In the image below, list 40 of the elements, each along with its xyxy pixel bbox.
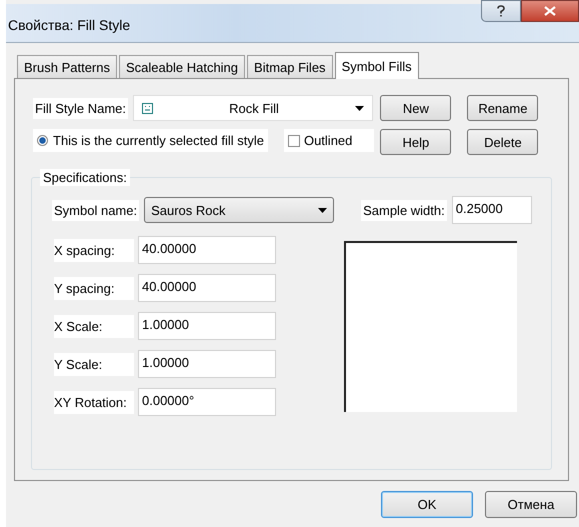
fill-style-name-label: Fill Style Name:	[33, 98, 128, 118]
dropdown-caret-icon	[355, 106, 364, 110]
current-fill-radio[interactable]: This is the currently selected fill style	[33, 129, 268, 152]
help-icon	[497, 5, 505, 17]
tab[interactable]: Brush Patterns	[17, 55, 117, 78]
outlined-checkbox[interactable]	[288, 134, 300, 146]
dialog-button[interactable]: Help	[380, 129, 452, 155]
radio-label: This is the currently selected fill style	[53, 133, 264, 148]
symbol-name-dropdown[interactable]: Sauros Rock	[144, 197, 334, 223]
field-label: Y Scale:	[54, 352, 134, 376]
sample-width-label: Sample width:	[361, 200, 447, 220]
input-field[interactable]: 1.00000	[138, 350, 276, 378]
fill-pattern-icon	[142, 102, 154, 114]
dialog-button[interactable]: Rename	[467, 95, 538, 121]
symbol-name-label: Symbol name:	[52, 200, 140, 220]
field-label: X Scale:	[54, 314, 134, 338]
outlined-label: Outlined	[304, 133, 352, 148]
window-title: Свойства: Fill Style	[7, 16, 130, 33]
tab[interactable]: Symbol Fills	[334, 52, 419, 79]
dialog-button[interactable]: Delete	[467, 129, 538, 155]
sample-width-field[interactable]: 0.25000	[452, 196, 532, 224]
tab[interactable]: Scaleable Hatching	[119, 55, 246, 78]
dropdown-caret-icon	[318, 208, 328, 212]
group-title: Specifications:	[40, 169, 130, 186]
radio-button[interactable]	[37, 135, 48, 146]
field-label: Y spacing:	[54, 276, 134, 300]
field-label: XY Rotation:	[54, 390, 134, 414]
fill-style-dropdown[interactable]: Rock Fill	[133, 95, 374, 121]
close-button[interactable]	[521, 0, 579, 22]
input-field[interactable]: 0.00000°	[138, 388, 276, 416]
input-field[interactable]: 40.00000	[138, 236, 276, 264]
dialog-button[interactable]: OK	[381, 491, 473, 518]
dialog-button[interactable]: Отмена	[485, 491, 577, 518]
tab[interactable]: Bitmap Files	[247, 55, 333, 78]
input-field[interactable]: 40.00000	[138, 274, 276, 302]
close-icon	[544, 6, 556, 16]
field-label: X spacing:	[54, 238, 134, 262]
help-button[interactable]	[481, 0, 521, 22]
dialog-button[interactable]: New	[380, 95, 452, 121]
input-field[interactable]: 1.00000	[138, 312, 276, 340]
